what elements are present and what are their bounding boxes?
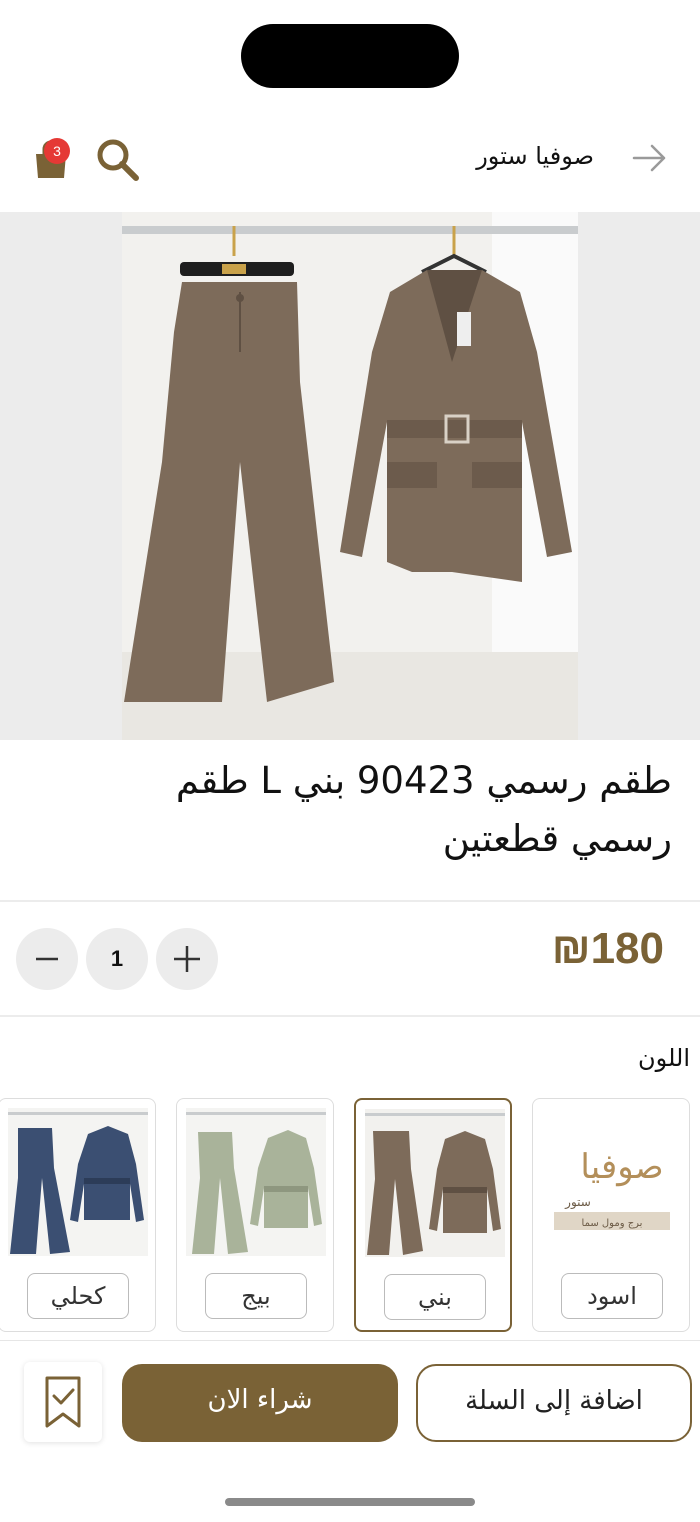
navy-suit-thumbnail (8, 1108, 148, 1256)
app-header: صوفيا ستور (0, 118, 700, 198)
home-indicator (225, 1498, 475, 1506)
color-option-label: اسود (561, 1273, 663, 1319)
brown-suit-thumbnail (365, 1109, 505, 1257)
color-option-label: بني (384, 1274, 486, 1320)
divider (0, 1015, 700, 1017)
color-option-brown[interactable]: بني (354, 1098, 512, 1332)
logo-text: صوفيا (580, 1147, 663, 1187)
plus-icon (174, 946, 200, 972)
arrow-right-icon[interactable] (630, 138, 670, 178)
product-title: طقم رسمي 90423 بني L طقم رسمي قطعتين (175, 759, 672, 860)
color-option-label: كحلي (27, 1273, 129, 1319)
color-option-navy[interactable]: كحلي (0, 1098, 156, 1332)
store-logo-image: صوفيا ستور برج ومول سما (542, 1108, 682, 1256)
quantity-increase-button[interactable] (156, 928, 218, 990)
logo-sub-text: ستور (564, 1195, 591, 1210)
save-button[interactable] (24, 1362, 102, 1442)
status-notch (241, 24, 459, 88)
beige-suit-thumbnail (186, 1108, 326, 1256)
quantity-value: 1 (86, 928, 148, 990)
buy-now-button[interactable]: شراء الان (122, 1364, 398, 1442)
divider (0, 900, 700, 902)
product-price: ₪ 180 (548, 924, 664, 974)
color-section-label: اللون (638, 1044, 690, 1072)
currency-symbol: ₪ (551, 924, 591, 973)
color-option-beige[interactable]: بيج (176, 1098, 334, 1332)
color-option-label: بيج (205, 1273, 307, 1319)
brown-suit-image (122, 212, 578, 740)
store-title: صوفيا ستور (476, 142, 594, 170)
search-icon[interactable] (94, 136, 142, 184)
add-to-cart-button[interactable]: اضافة إلى السلة (416, 1364, 692, 1442)
price-value: 180 (590, 924, 664, 973)
product-image-area (0, 212, 700, 740)
minus-icon (36, 957, 58, 961)
quantity-decrease-button[interactable] (16, 928, 78, 990)
cart-count-badge: 3 (44, 138, 70, 164)
bookmark-check-icon (45, 1376, 81, 1428)
logo-tagline: برج ومول سما (582, 1218, 643, 1229)
color-option-black[interactable]: صوفيا ستور برج ومول سما اسود (532, 1098, 690, 1332)
product-photo[interactable] (122, 212, 578, 740)
